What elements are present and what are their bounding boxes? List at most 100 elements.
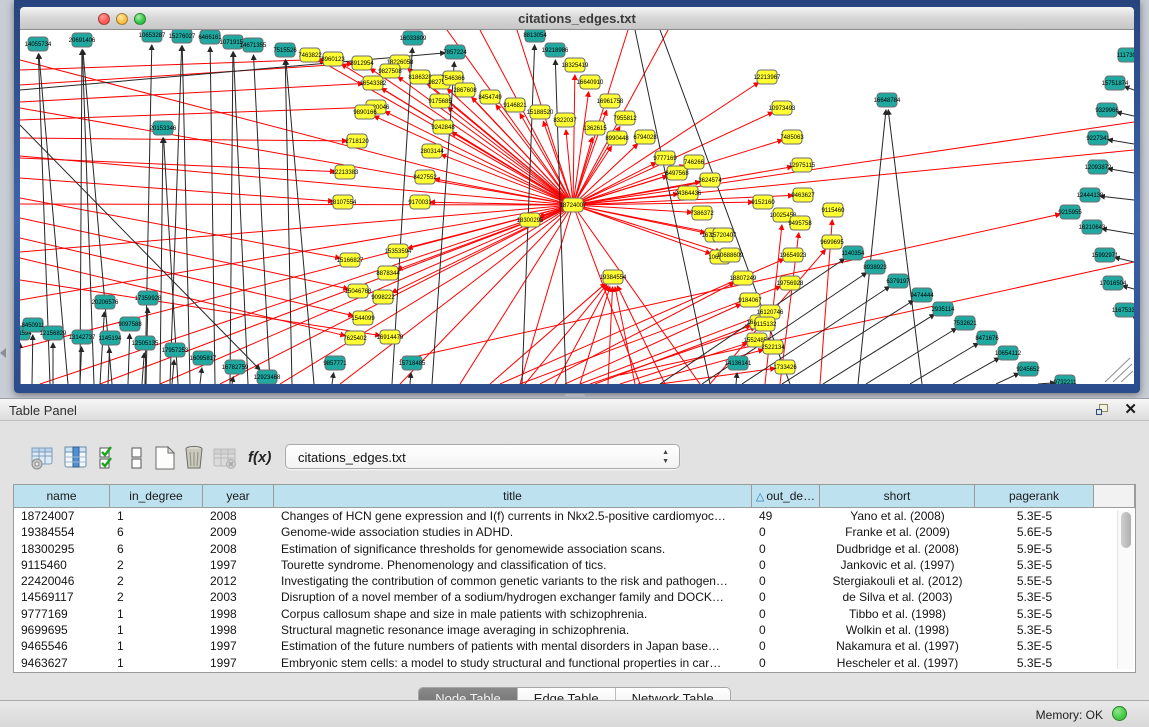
table-header-row[interactable]: namein_degreeyeartitle△out_de…shortpager… [14,485,1135,508]
column-header-title[interactable]: title [274,485,752,508]
float-panel-icon[interactable] [1096,404,1109,416]
graph-node-label: 16782759 [222,365,249,371]
graph-node-label: 18724007 [560,203,587,209]
graph-node-label: 18107554 [330,200,357,206]
graph-node-label: 15166827 [337,258,364,264]
delete-column-icon[interactable] [182,445,208,471]
column-header-out_de[interactable]: △out_de… [752,485,820,508]
table-row[interactable]: 911546021997Tourette syndrome. Phenomeno… [14,557,1135,573]
memory-status-label: Memory: OK [1036,708,1103,722]
delete-table-icon[interactable] [212,445,238,471]
graph-node-label: 20153346 [150,126,177,132]
graph-node-label: 16640910 [577,80,604,86]
table-select-dropdown[interactable]: citations_edges.txt ▲▼ [285,444,680,469]
table-cell: 5.3E-5 [975,655,1094,671]
graph-node-label: 9098222 [371,295,395,301]
close-panel-icon[interactable]: ✕ [1124,402,1137,417]
table-cell: 9465546 [14,638,110,654]
network-canvas[interactable]: 1405573420691406106532871527602764661611… [20,30,1134,384]
window-titlebar[interactable]: citations_edges.txt [20,7,1134,30]
graph-node-label: 746266 [684,160,705,166]
column-checklist-icon[interactable] [96,445,122,471]
table-cell: 5.9E-5 [975,541,1094,557]
graph-node-label: 24364436 [675,191,702,197]
table-cell: Hescheler et al. (1997) [820,655,975,671]
dropdown-arrows-icon: ▲▼ [662,448,669,466]
table-body: 1872400712008Changes of HCN gene express… [14,508,1135,672]
table-row[interactable]: 977716911998Corpus callosum shape and si… [14,606,1135,622]
graph-node-label: 15046768 [345,289,372,295]
node-layer: 1405573420691406106532871527602764661611… [20,30,1134,384]
table-scrollbar-thumb[interactable] [1121,512,1131,548]
function-builder-icon[interactable]: f(x) [248,449,271,466]
table-mode-icon[interactable] [30,445,56,471]
table-cell: 5.3E-5 [975,557,1094,573]
row-selector-icon[interactable] [124,445,150,471]
new-column-icon[interactable] [152,445,178,471]
table-cell: 2008 [203,541,274,557]
table-row[interactable]: 1938455462009Genome-wide association stu… [14,524,1135,540]
graph-node-label: 1140354 [842,251,866,257]
graph-node-label: 7625402 [343,336,367,342]
table-cell: 1 [110,655,203,671]
table-cell: Genome-wide association studies in ADHD. [274,524,752,540]
table-cell: Disruption of a novel member of a sodium… [274,589,752,605]
graph-node-label: 8471676 [975,336,999,342]
memory-status-indicator[interactable] [1112,706,1127,721]
table-cell: 1997 [203,557,274,573]
graph-node-label: 12213383 [332,170,359,176]
table-cell: 1998 [203,606,274,622]
sort-ascending-icon: △ [756,491,764,503]
graph-node-label: 15276027 [169,34,196,40]
graph-node-label: 9699695 [820,240,844,246]
graph-node-label: 12213967 [754,75,781,81]
column-header-short[interactable]: short [820,485,975,508]
table-row[interactable]: 1830029562008Estimation of significance … [14,541,1135,557]
table-cell: Changes of HCN gene expression and I(f) … [274,508,752,524]
table-cell: 1997 [203,655,274,671]
column-visibility-icon[interactable] [63,445,89,471]
graph-node-label: 11675338 [1112,308,1134,314]
table-row[interactable]: 946362711997Embryonic stem cells: a mode… [14,655,1135,671]
graph-node-label: 17957253 [162,348,189,354]
graph-node-label: 9097588 [118,322,142,328]
graph-node-label: 19756928 [777,281,804,287]
table-cell: 0 [752,589,820,605]
column-header-pagerank[interactable]: pagerank [975,485,1094,508]
graph-node-label: 15353594 [385,249,412,255]
graph-node-label: 6379197 [886,279,910,285]
graph-node-label: 16095817 [190,356,217,362]
graph-node-label: 19654923 [780,253,807,259]
table-cell: 0 [752,557,820,573]
table-cell: 2003 [203,589,274,605]
graph-node-label: 19384554 [600,275,627,281]
table-cell: Yano et al. (2008) [820,508,975,524]
graph-node-label: 1544099 [351,316,375,322]
column-header-year[interactable]: year [203,485,274,508]
table-row[interactable]: 946554611997Estimation of the future num… [14,638,1135,654]
table-cell: 9463627 [14,655,110,671]
table-cell: 2009 [203,524,274,540]
table-cell: 0 [752,622,820,638]
graph-node-label: 15188520 [527,110,554,116]
table-cell: 0 [752,606,820,622]
table-cell: 6 [110,541,203,557]
graph-node-label: 17016504 [1100,281,1127,287]
graph-node-label: 16914479 [377,335,404,341]
table-cell: Jankovic et al. (1997) [820,557,975,573]
graph-node-label: 7515526 [273,48,297,54]
table-row[interactable]: 1872400712008Changes of HCN gene express… [14,508,1135,524]
table-row[interactable]: 2242004622012Investigating the contribut… [14,573,1135,589]
graph-node-label: 2718120 [345,139,369,145]
panel-title: Table Panel [9,403,77,418]
graph-node-label: 9170031 [408,200,432,206]
graph-node-label: 15992971 [1092,253,1119,259]
column-header-in_degree[interactable]: in_degree [110,485,203,508]
table-select-value: citations_edges.txt [298,450,406,465]
table-scrollbar[interactable] [1117,510,1133,669]
column-header-name[interactable]: name [14,485,110,508]
network-window: citations_edges.txt 14055734206914061065… [14,0,1140,393]
table-row[interactable]: 1456911722003Disruption of a novel membe… [14,589,1135,605]
panel-collapse-arrow-icon[interactable] [0,348,6,358]
table-row[interactable]: 969969511998Structural magnetic resonanc… [14,622,1135,638]
